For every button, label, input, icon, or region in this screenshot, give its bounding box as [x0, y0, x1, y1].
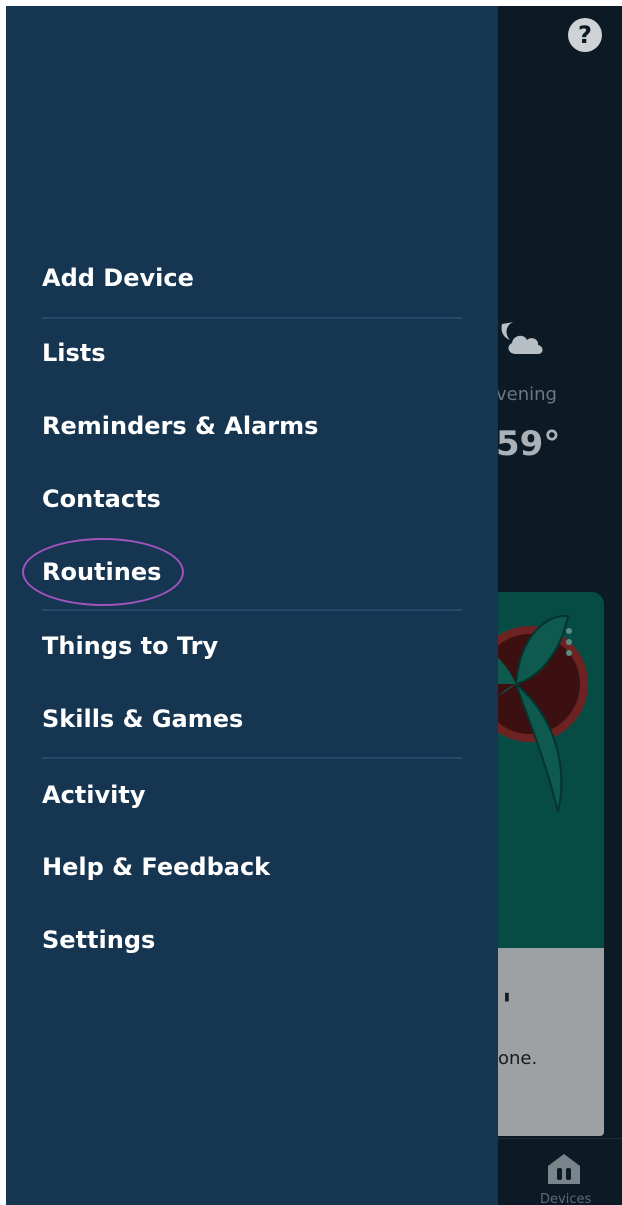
- menu-item-lists[interactable]: Lists: [42, 339, 106, 367]
- weather-temperature: 59°: [496, 424, 561, 464]
- app-frame: ? vening 59° ' one. Devices Add Device L…: [6, 6, 622, 1205]
- card-more-icon[interactable]: [564, 626, 574, 660]
- menu-item-settings[interactable]: Settings: [42, 926, 155, 954]
- devices-tab-label[interactable]: Devices: [540, 1192, 591, 1205]
- menu-item-skills-games[interactable]: Skills & Games: [42, 705, 243, 733]
- menu-item-things-to-try[interactable]: Things to Try: [42, 632, 218, 660]
- devices-icon[interactable]: [546, 1152, 582, 1186]
- menu-item-reminders-alarms[interactable]: Reminders & Alarms: [42, 412, 318, 440]
- menu-divider: [42, 317, 462, 319]
- weather-period-label: vening: [496, 384, 557, 405]
- partly-cloudy-night-icon: [501, 322, 543, 354]
- menu-item-help-feedback[interactable]: Help & Feedback: [42, 853, 270, 881]
- info-card-text: one.: [498, 1048, 538, 1069]
- menu-divider: [42, 609, 462, 611]
- menu-divider: [42, 757, 462, 759]
- navigation-drawer: Add Device Lists Reminders & Alarms Cont…: [6, 6, 498, 1205]
- menu-item-contacts[interactable]: Contacts: [42, 485, 161, 513]
- question-mark-icon[interactable]: ?: [568, 18, 602, 52]
- menu-item-add-device[interactable]: Add Device: [42, 264, 194, 292]
- menu-item-activity[interactable]: Activity: [42, 781, 146, 809]
- info-card-mark: ': [502, 986, 512, 1024]
- menu-item-routines[interactable]: Routines: [42, 558, 161, 586]
